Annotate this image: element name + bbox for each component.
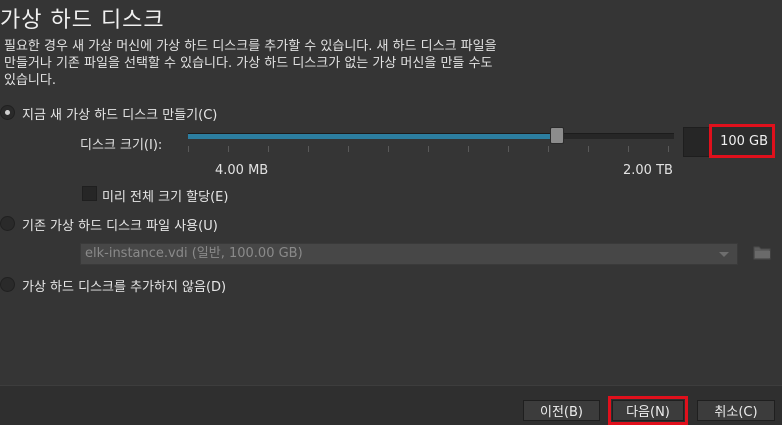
existing-file-value: elk-instance.vdi (일반, 100.00 GB): [85, 246, 303, 261]
use-existing-radio[interactable]: [0, 216, 15, 231]
disk-size-min-label: 4.00 MB: [215, 163, 269, 178]
description-line: 필요한 경우 새 가상 머신에 가상 하드 디스크를 추가할 수 있습니다. 새…: [4, 39, 497, 54]
disk-size-unit-box[interactable]: [683, 127, 711, 157]
virtual-hard-disk-dialog: 가상 하드 디스크 필요한 경우 새 가상 머신에 가상 하드 디스크를 추가할…: [0, 0, 782, 425]
back-button[interactable]: 이전(B): [523, 400, 600, 421]
chevron-down-icon: [719, 252, 729, 257]
cancel-button[interactable]: 취소(C): [697, 400, 775, 421]
disk-size-slider-handle[interactable]: [550, 127, 564, 144]
create-new-label[interactable]: 지금 새 가상 하드 디스크 만들기(C): [22, 104, 217, 123]
choose-file-button[interactable]: [751, 243, 773, 265]
no-disk-radio[interactable]: [0, 277, 15, 292]
disk-size-max-label: 2.00 TB: [623, 163, 673, 178]
disk-size-slider[interactable]: [188, 133, 674, 139]
disk-size-label: 디스크 크기(I):: [80, 138, 163, 153]
description-line: 있습니다.: [4, 73, 56, 88]
disk-size-slider-fill: [188, 134, 557, 139]
description-line: 만들거나 기존 파일을 선택할 수 있습니다. 가상 하드 디스크가 없는 가상…: [4, 56, 493, 71]
preallocate-checkbox[interactable]: [82, 186, 97, 201]
description: 필요한 경우 새 가상 머신에 가상 하드 디스크를 추가할 수 있습니다. 새…: [4, 38, 644, 89]
existing-file-select[interactable]: elk-instance.vdi (일반, 100.00 GB): [80, 243, 738, 265]
disk-size-input[interactable]: 100 GB: [709, 124, 775, 158]
page-title: 가상 하드 디스크: [0, 8, 165, 33]
preallocate-label[interactable]: 미리 전체 크기 할당(E): [102, 186, 228, 205]
use-existing-label[interactable]: 기존 가상 하드 디스크 파일 사용(U): [22, 215, 218, 234]
next-button[interactable]: 다음(N): [608, 396, 688, 425]
folder-icon: [753, 244, 771, 264]
create-new-radio[interactable]: [0, 105, 15, 120]
no-disk-label[interactable]: 가상 하드 디스크를 추가하지 않음(D): [22, 276, 226, 295]
disk-size-slider-ticks: [188, 146, 674, 152]
